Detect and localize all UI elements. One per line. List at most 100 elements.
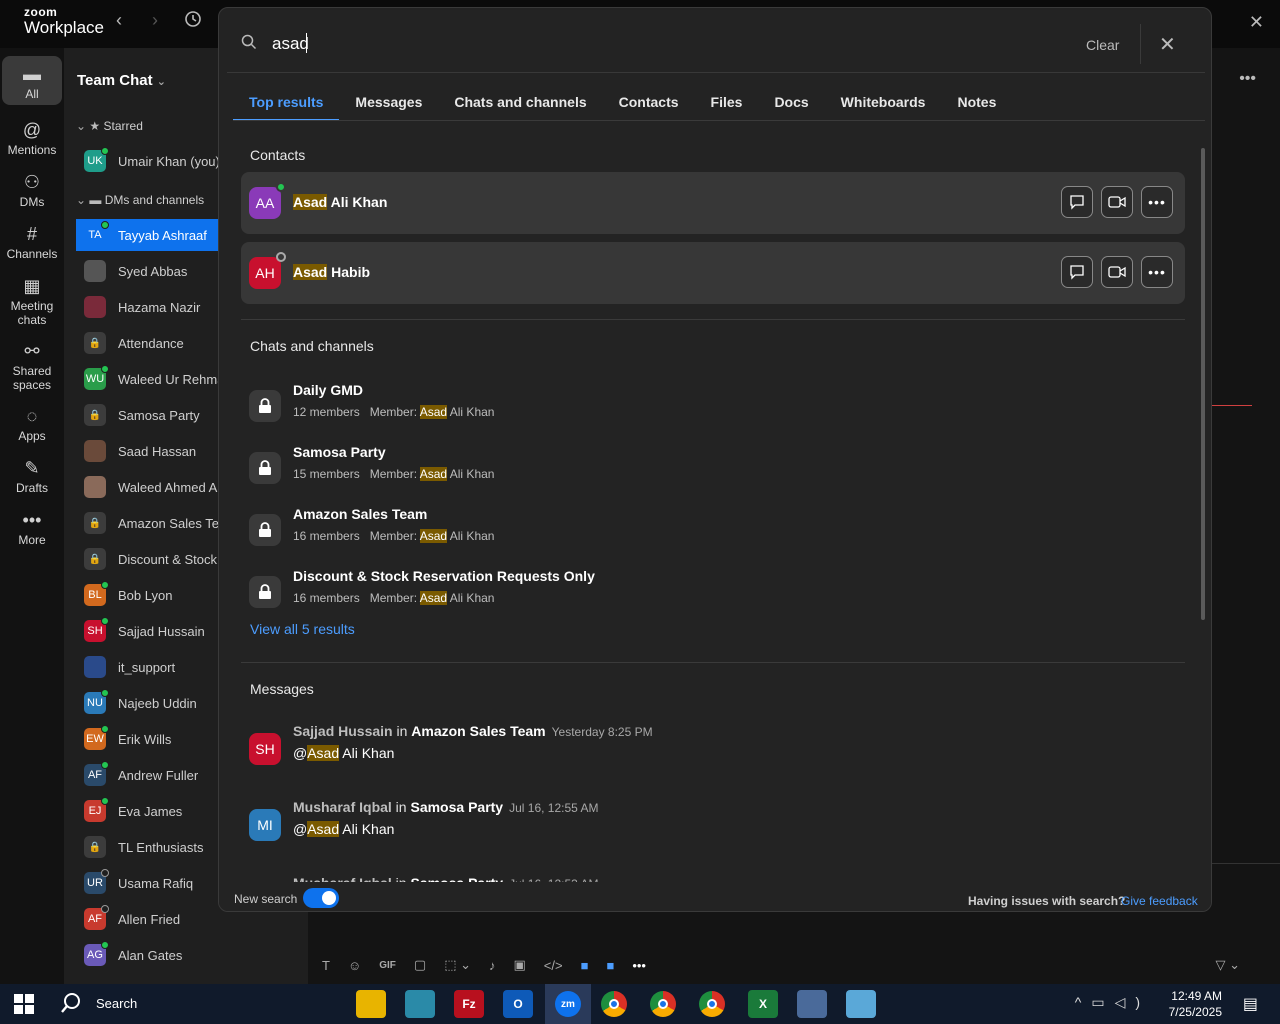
message-sender: Musharaf Iqbal xyxy=(293,799,392,815)
system-tray[interactable]: ^▭◁) xyxy=(1075,994,1150,1011)
more-options-button[interactable]: ••• xyxy=(1141,256,1173,288)
results-scrollbar[interactable] xyxy=(1201,148,1205,620)
taskbar-clock[interactable]: 12:49 AM 7/25/2025 xyxy=(1169,988,1222,1020)
presence-dot xyxy=(101,941,109,949)
star-icon: ★ xyxy=(89,119,101,133)
format-text-icon[interactable]: T xyxy=(322,958,330,973)
more-options-icon[interactable]: ••• xyxy=(1239,70,1256,88)
channel-result[interactable]: Daily GMD 12 members Member: Asad Ali Kha… xyxy=(241,382,1185,432)
starred-section[interactable]: ⌄ ★ Starred xyxy=(76,119,143,133)
chevron-up-icon[interactable]: ^ xyxy=(1075,994,1092,1010)
lock-icon xyxy=(249,452,281,484)
view-all-results-link[interactable]: View all 5 results xyxy=(250,621,355,637)
gif-icon[interactable]: GIF xyxy=(379,960,396,971)
give-feedback-link[interactable]: Give feedback xyxy=(1121,894,1198,908)
avatar: TA xyxy=(84,221,109,246)
rail-item-shared-spaces[interactable]: ⚯ Shared spaces xyxy=(2,333,62,396)
rail-item-label: DMs xyxy=(19,195,45,209)
tab-files[interactable]: Files xyxy=(695,94,759,120)
channel-result[interactable]: Samosa Party 15 members Member: Asad Ali … xyxy=(241,444,1185,494)
app-icon[interactable]: ■ xyxy=(606,958,614,973)
app-diamond-icon[interactable] xyxy=(405,990,435,1018)
channel-result[interactable]: Discount & Stock Reservation Requests On… xyxy=(241,568,1185,618)
more-icon[interactable]: ••• xyxy=(632,958,646,973)
new-search-toggle[interactable] xyxy=(303,888,339,908)
contact-result[interactable]: AH Asad Habib ••• xyxy=(241,242,1185,304)
chat-button[interactable] xyxy=(1061,186,1093,218)
tab-contacts[interactable]: Contacts xyxy=(603,94,695,120)
back-arrow-icon[interactable]: ‹ xyxy=(116,10,122,31)
windows-start-icon[interactable] xyxy=(14,994,34,1014)
search-input[interactable]: asad xyxy=(272,34,309,54)
code-icon[interactable]: </> xyxy=(544,958,563,973)
zoom-icon[interactable]: zm xyxy=(545,984,591,1024)
message-result[interactable]: MIMusharaf Iqbal in Samosa PartyJul 16, … xyxy=(241,799,1185,859)
search-tabs: Top results Messages Chats and channels Con… xyxy=(233,94,1012,121)
video-call-button[interactable] xyxy=(1101,256,1133,288)
screenshot-icon[interactable]: ⬚ ⌄ xyxy=(444,957,471,973)
notepad-icon[interactable] xyxy=(846,990,876,1018)
rail-item-channels[interactable]: # Channels xyxy=(2,216,62,265)
window-close-icon[interactable]: ✕ xyxy=(1249,12,1264,33)
chrome-icon[interactable] xyxy=(650,991,676,1017)
channel-result[interactable]: Amazon Sales Team 16 members Member: Asad… xyxy=(241,506,1185,556)
left-rail: ▬ All @ Mentions ⚇ DMs # Channels ▦ Meeting chats… xyxy=(0,48,64,984)
message-result[interactable]: SH Sajjad Hussain in Amazon Sales Team Yes… xyxy=(241,723,1185,783)
more-options-button[interactable]: ••• xyxy=(1141,186,1173,218)
file-explorer-icon[interactable] xyxy=(356,990,386,1018)
avatar: SH xyxy=(84,617,109,642)
contact-result[interactable]: AA Asad Ali Khan ••• xyxy=(241,172,1185,234)
avatar: UR xyxy=(84,869,109,894)
sidebar-title[interactable]: Team Chat ⌄ xyxy=(77,72,166,89)
avatar: AF xyxy=(84,761,109,786)
rail-item-apps[interactable]: ◌ Apps xyxy=(2,398,62,447)
rail-item-dms[interactable]: ⚇ DMs xyxy=(2,164,62,213)
chat-bubble-icon: ▬ xyxy=(89,193,102,207)
rail-item-label: More xyxy=(18,533,46,547)
presence-dot xyxy=(101,581,109,589)
close-icon[interactable]: ✕ xyxy=(1159,32,1176,57)
rail-item-mentions[interactable]: @ Mentions xyxy=(2,112,62,161)
presence-dot xyxy=(101,365,109,373)
rail-item-meeting-chats[interactable]: ▦ Meeting chats xyxy=(2,268,62,331)
rail-item-drafts[interactable]: ✎ Drafts xyxy=(2,450,62,499)
message-result[interactable]: MIMusharaf Iqbal in Samosa PartyJul 16, … xyxy=(241,875,1185,882)
rail-item-all[interactable]: ▬ All xyxy=(2,56,62,105)
app-icon[interactable]: ■ xyxy=(581,958,589,973)
chrome-icon[interactable] xyxy=(699,991,725,1017)
filezilla-icon[interactable]: Fz xyxy=(454,990,484,1018)
microphone-icon[interactable]: ♪ xyxy=(489,958,496,973)
file-icon[interactable]: ▢ xyxy=(414,957,426,973)
video-call-button[interactable] xyxy=(1101,186,1133,218)
history-icon[interactable] xyxy=(184,10,202,33)
outlook-icon[interactable]: O xyxy=(503,990,533,1018)
share-icon: ⚯ xyxy=(24,341,40,361)
message-channel: Samosa Party xyxy=(410,799,504,815)
rail-item-more[interactable]: ••• More xyxy=(2,502,62,551)
tab-messages[interactable]: Messages xyxy=(339,94,438,120)
excel-icon[interactable]: X xyxy=(748,990,778,1018)
hash-icon: # xyxy=(26,224,37,244)
video-message-icon[interactable]: ▣ xyxy=(514,957,526,973)
volume-icon[interactable]: ◁) xyxy=(1115,994,1150,1010)
chrome-icon[interactable] xyxy=(601,991,627,1017)
calculator-icon[interactable] xyxy=(797,990,827,1018)
sidebar-item[interactable]: AG Alan Gates xyxy=(76,939,308,971)
send-icon[interactable]: ▽ ⌄ xyxy=(1215,957,1240,973)
notification-icon[interactable]: ▤ xyxy=(1243,994,1258,1014)
tab-docs[interactable]: Docs xyxy=(758,94,824,120)
emoji-icon[interactable]: ☺ xyxy=(348,958,361,973)
network-icon[interactable]: ▭ xyxy=(1091,994,1114,1010)
tab-notes[interactable]: Notes xyxy=(941,94,1012,120)
chat-button[interactable] xyxy=(1061,256,1093,288)
match-highlight: Asad xyxy=(293,264,328,280)
contact-name: Asad Habib xyxy=(293,264,371,280)
taskbar-search[interactable]: Search xyxy=(60,992,137,1014)
forward-arrow-icon[interactable]: › xyxy=(152,10,158,31)
tab-whiteboards[interactable]: Whiteboards xyxy=(825,94,942,120)
tab-top-results[interactable]: Top results xyxy=(233,94,340,121)
tab-chats-and-channels[interactable]: Chats and channels xyxy=(438,94,602,120)
clear-button[interactable]: Clear xyxy=(1086,37,1119,53)
divider xyxy=(241,319,1185,320)
dms-section[interactable]: ⌄ ▬ DMs and channels xyxy=(76,193,204,207)
